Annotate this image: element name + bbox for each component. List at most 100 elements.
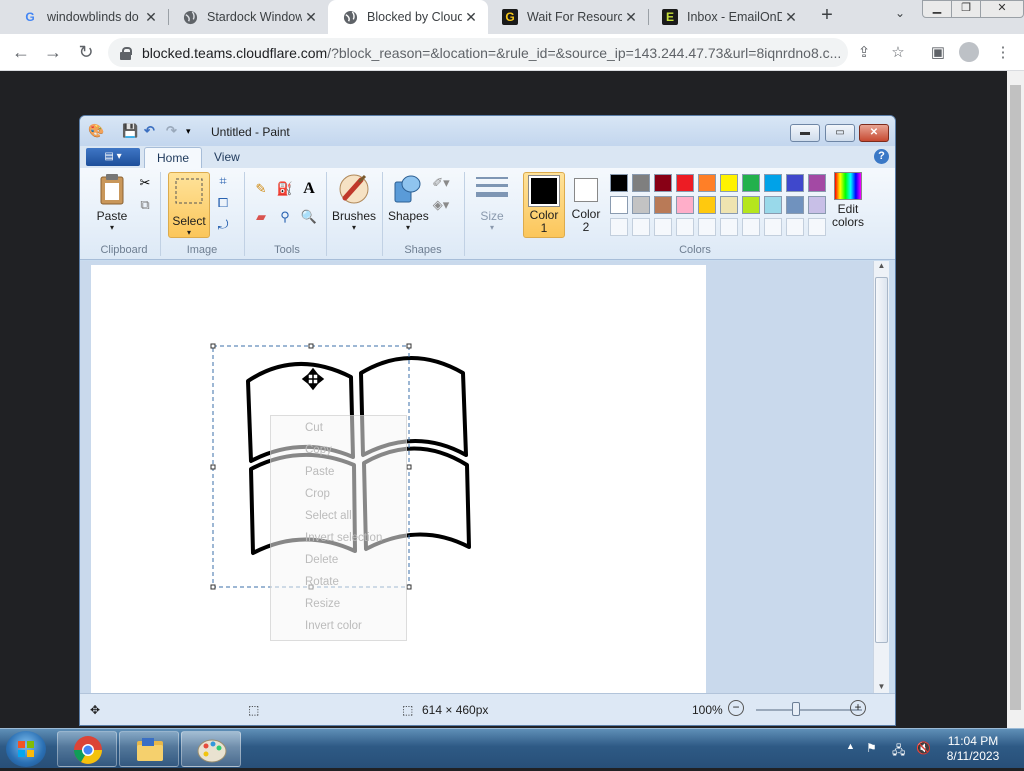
tray-flag-icon[interactable]: ⚑ <box>866 741 877 755</box>
help-icon[interactable]: ? <box>874 149 889 164</box>
tab-blocked-cloudflare[interactable]: Blocked by Cloud ✕ <box>328 0 488 34</box>
color2-button[interactable]: Color 2 <box>567 172 605 234</box>
copy-icon[interactable]: ⧉ <box>136 196 154 214</box>
select-button[interactable]: Select ▾ <box>168 172 210 238</box>
palette-swatch[interactable] <box>742 196 760 214</box>
zoom-in-button[interactable]: + <box>850 700 866 716</box>
drawing-canvas[interactable]: Cut Copy Paste Crop Select all Invert selecti… <box>91 265 706 695</box>
context-menu-item[interactable]: Rotate <box>305 576 339 588</box>
outline-icon[interactable]: ✐▾ <box>432 174 450 192</box>
palette-swatch[interactable] <box>808 218 826 236</box>
cut-icon[interactable]: ✂ <box>136 174 154 192</box>
palette-swatch[interactable] <box>632 174 650 192</box>
paste-button[interactable]: Paste ▾ <box>92 172 132 232</box>
reload-icon[interactable]: ↻ <box>75 42 97 63</box>
restore-button[interactable]: ❐ <box>951 0 981 18</box>
palette-swatch[interactable] <box>698 196 716 214</box>
taskbar-paint[interactable] <box>181 731 241 767</box>
context-menu-item[interactable]: Delete <box>305 554 338 566</box>
tab-windowblinds[interactable]: G windowblinds do ✕ <box>8 0 168 34</box>
taskbar-explorer[interactable] <box>119 731 179 767</box>
palette-swatch[interactable] <box>676 196 694 214</box>
context-menu-item[interactable]: Copy <box>305 444 332 456</box>
context-menu-item[interactable]: Select all <box>305 510 352 522</box>
palette-swatch[interactable] <box>764 174 782 192</box>
palette-swatch[interactable] <box>654 196 672 214</box>
close-icon[interactable]: ✕ <box>462 9 480 26</box>
save-icon[interactable]: 💾 <box>122 123 138 139</box>
forward-arrow-icon[interactable]: → <box>42 42 64 63</box>
palette-swatch[interactable] <box>676 174 694 192</box>
context-menu-item[interactable]: Paste <box>305 466 334 478</box>
tab-stardock[interactable]: Stardock Window ✕ <box>168 0 328 34</box>
palette-swatch[interactable] <box>632 196 650 214</box>
tray-network-icon[interactable]: 🖧 <box>892 741 905 762</box>
size-button[interactable]: Size ▾ <box>472 172 512 232</box>
palette-swatch[interactable] <box>808 174 826 192</box>
palette-swatch[interactable] <box>676 218 694 236</box>
profile-avatar-icon[interactable] <box>959 42 979 62</box>
palette-swatch[interactable] <box>764 218 782 236</box>
close-icon[interactable]: ✕ <box>302 9 320 26</box>
palette-swatch[interactable] <box>720 196 738 214</box>
brushes-button[interactable]: Brushes ▾ <box>332 172 376 232</box>
palette-swatch[interactable] <box>610 196 628 214</box>
tray-volume-muted-icon[interactable]: 🔇 <box>916 741 931 755</box>
color-picker-icon[interactable]: ⚲ <box>276 208 294 226</box>
context-menu-item[interactable]: Resize <box>305 598 340 610</box>
paint-app-icon[interactable]: 🎨 <box>88 123 104 139</box>
taskbar-chrome[interactable] <box>57 731 117 767</box>
palette-swatch[interactable] <box>632 218 650 236</box>
new-tab-button[interactable]: + <box>816 4 838 30</box>
palette-swatch[interactable] <box>786 218 804 236</box>
close-icon[interactable]: ✕ <box>782 9 800 26</box>
tab-search-chevron-icon[interactable]: ⌄ <box>895 6 905 20</box>
palette-swatch[interactable] <box>786 174 804 192</box>
palette-swatch[interactable] <box>698 174 716 192</box>
palette-swatch[interactable] <box>654 218 672 236</box>
qat-dropdown-icon[interactable]: ▾ <box>186 126 191 137</box>
context-menu-item[interactable]: Cut <box>305 422 323 434</box>
lock-icon[interactable] <box>120 46 132 60</box>
scroll-down-icon[interactable]: ▼ <box>874 682 889 691</box>
rotate-icon[interactable]: ⤾ <box>214 216 232 234</box>
zoom-slider-track[interactable] <box>756 709 862 711</box>
system-clock[interactable]: 11:04 PM 8/11/2023 <box>940 734 1006 764</box>
palette-swatch[interactable] <box>720 174 738 192</box>
resize-icon[interactable]: ⧠ <box>214 194 232 212</box>
palette-swatch[interactable] <box>698 218 716 236</box>
zoom-out-button[interactable]: − <box>728 700 744 716</box>
paint-minimize-button[interactable]: ▬ <box>790 124 820 142</box>
palette-swatch[interactable] <box>720 218 738 236</box>
canvas-vertical-scrollbar[interactable]: ▲ ▼ <box>873 261 889 693</box>
palette-swatch[interactable] <box>764 196 782 214</box>
page-scroll-thumb[interactable] <box>1010 85 1021 710</box>
close-icon[interactable]: ✕ <box>142 9 160 26</box>
context-menu-item[interactable]: Invert selection <box>305 532 382 544</box>
tab-view[interactable]: View <box>202 147 252 168</box>
page-scrollbar[interactable] <box>1007 71 1024 728</box>
canvas-scroll-thumb[interactable] <box>875 277 888 643</box>
crop-icon[interactable]: ⌗ <box>214 172 232 190</box>
magnifier-icon[interactable]: 🔍 <box>300 208 318 226</box>
scroll-up-icon[interactable]: ▲ <box>874 261 889 270</box>
fill-bucket-icon[interactable]: ⛽ <box>276 180 294 198</box>
tab-inbox-emailondeck[interactable]: E Inbox - EmailOnD ✕ <box>648 0 808 34</box>
palette-swatch[interactable] <box>808 196 826 214</box>
menu-kebab-icon[interactable]: ⋮ <box>993 43 1013 61</box>
start-button[interactable] <box>6 731 46 767</box>
undo-icon[interactable]: ↶ <box>144 123 155 139</box>
context-menu-item[interactable]: Invert color <box>305 620 362 632</box>
text-tool-icon[interactable]: A <box>300 180 318 198</box>
palette-swatch[interactable] <box>742 174 760 192</box>
eraser-icon[interactable]: ▰ <box>252 208 270 226</box>
pencil-icon[interactable]: ✎ <box>252 180 270 198</box>
paint-maximize-button[interactable]: ▭ <box>825 124 855 142</box>
address-bar[interactable]: blocked.teams.cloudflare.com/?block_reas… <box>108 38 848 67</box>
minimize-button[interactable]: ▁ <box>922 0 952 18</box>
close-icon[interactable]: ✕ <box>622 9 640 26</box>
edit-colors-button[interactable]: Edit colors <box>828 172 868 229</box>
palette-swatch[interactable] <box>786 196 804 214</box>
paint-menu-button[interactable]: ▤ ▾ <box>86 148 140 166</box>
palette-swatch[interactable] <box>610 174 628 192</box>
